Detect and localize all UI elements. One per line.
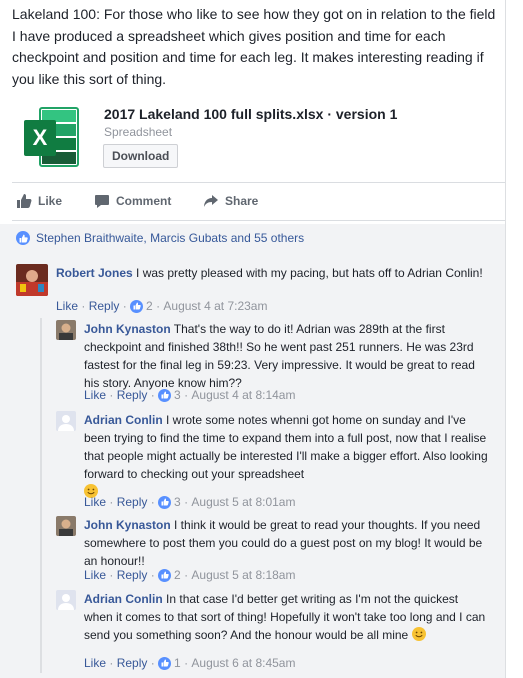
reply-comment: Adrian Conlin I wrote some notes whenni … xyxy=(56,411,496,511)
comment-meta: Like · Reply · 2 · August 5 at 8:18am xyxy=(84,568,296,582)
divider xyxy=(12,182,505,183)
comment-reply-link[interactable]: Reply xyxy=(117,656,148,670)
comment: Robert Jones I was pretty pleased with m… xyxy=(16,264,496,314)
comment-author[interactable]: Robert Jones xyxy=(56,266,133,280)
excel-file-icon: X xyxy=(20,102,82,174)
like-button[interactable]: Like xyxy=(16,186,62,216)
comment-timestamp[interactable]: August 4 at 8:14am xyxy=(191,388,295,402)
like-count-icon xyxy=(158,495,172,509)
right-edge xyxy=(505,0,523,678)
comment-like-count[interactable]: 2 xyxy=(174,568,181,582)
like-count-icon xyxy=(158,388,172,402)
comment-meta: Like · Reply · 2 · August 4 at 7:23am xyxy=(56,299,268,313)
comment-like-link[interactable]: Like xyxy=(84,656,106,670)
comment-like-count[interactable]: 1 xyxy=(174,656,181,670)
avatar[interactable] xyxy=(56,411,76,431)
comment-icon xyxy=(95,195,109,208)
comment-like-link[interactable]: Like xyxy=(84,495,106,509)
share-label: Share xyxy=(225,194,259,208)
share-icon xyxy=(204,195,218,207)
comment-author[interactable]: Adrian Conlin xyxy=(84,592,163,606)
avatar[interactable] xyxy=(56,320,76,340)
download-button[interactable]: Download xyxy=(103,144,179,168)
thumbs-up-icon xyxy=(17,194,32,208)
avatar[interactable] xyxy=(56,590,76,610)
like-reaction-icon xyxy=(16,231,30,245)
comment-timestamp[interactable]: August 5 at 8:01am xyxy=(191,495,295,509)
comment-text: I was pretty pleased with my pacing, but… xyxy=(136,266,483,280)
like-count-icon xyxy=(158,568,172,582)
comment-meta: Like · Reply · 3 · August 4 at 8:14am xyxy=(84,388,296,402)
reactions-summary[interactable]: Stephen Braithwaite, Marcis Gubats and 5… xyxy=(0,224,505,252)
comment-reply-link[interactable]: Reply xyxy=(117,388,148,402)
svg-text:X: X xyxy=(33,125,48,150)
comment-button[interactable]: Comment xyxy=(94,186,171,216)
file-type: Spreadsheet xyxy=(104,125,173,139)
comment-reply-link[interactable]: Reply xyxy=(117,495,148,509)
comment-body: Robert Jones I was pretty pleased with m… xyxy=(56,264,496,282)
avatar[interactable] xyxy=(16,264,48,296)
comment-reply-link[interactable]: Reply xyxy=(89,299,120,313)
comment-timestamp[interactable]: August 4 at 7:23am xyxy=(163,299,267,313)
comment-reply-link[interactable]: Reply xyxy=(117,568,148,582)
divider xyxy=(12,220,505,221)
reply-comment: John Kynaston I think it would be great … xyxy=(56,516,496,584)
right-edge-border xyxy=(505,0,506,678)
comment-body: John Kynaston I think it would be great … xyxy=(84,516,489,570)
comment-like-count[interactable]: 2 xyxy=(146,299,153,313)
comment-label: Comment xyxy=(116,194,172,208)
comment-body: Adrian Conlin I wrote some notes whenni … xyxy=(84,411,489,501)
comment-like-link[interactable]: Like xyxy=(84,568,106,582)
comment-body: John Kynaston That's the way to do it! A… xyxy=(84,320,489,392)
comment-timestamp[interactable]: August 6 at 8:45am xyxy=(191,656,295,670)
comment-author[interactable]: John Kynaston xyxy=(84,322,171,336)
file-title[interactable]: 2017 Lakeland 100 full splits.xlsx · ver… xyxy=(104,106,397,122)
comment-author[interactable]: John Kynaston xyxy=(84,518,171,532)
share-button[interactable]: Share xyxy=(203,186,258,216)
comment-like-count[interactable]: 3 xyxy=(174,495,181,509)
comment-meta: Like · Reply · 3 · August 5 at 8:01am xyxy=(84,495,296,509)
comment-meta: Like · Reply · 1 · August 6 at 8:45am xyxy=(84,656,296,670)
comment-author[interactable]: Adrian Conlin xyxy=(84,413,163,427)
file-attachment[interactable]: X 2017 Lakeland 100 full splits.xlsx · v… xyxy=(12,98,502,178)
post-text: Lakeland 100: For those who like to see … xyxy=(12,6,496,87)
like-count-icon xyxy=(130,299,144,313)
avatar[interactable] xyxy=(56,516,76,536)
reactions-text[interactable]: Stephen Braithwaite, Marcis Gubats and 5… xyxy=(36,231,304,245)
comment-body: Adrian Conlin In that case I'd better ge… xyxy=(84,590,489,644)
like-count-icon xyxy=(158,656,172,670)
reply-comment: Adrian Conlin In that case I'd better ge… xyxy=(56,590,496,674)
comment-like-link[interactable]: Like xyxy=(84,388,106,402)
comment-timestamp[interactable]: August 5 at 8:18am xyxy=(191,568,295,582)
post-actions: Like Comment Share xyxy=(0,186,505,216)
like-label: Like xyxy=(38,194,63,208)
smiley-emoji-icon xyxy=(411,627,426,641)
comment-like-link[interactable]: Like xyxy=(56,299,78,313)
reply-comment: John Kynaston That's the way to do it! A… xyxy=(56,320,496,404)
comment-like-count[interactable]: 3 xyxy=(174,388,181,402)
reply-thread-line xyxy=(40,318,42,673)
